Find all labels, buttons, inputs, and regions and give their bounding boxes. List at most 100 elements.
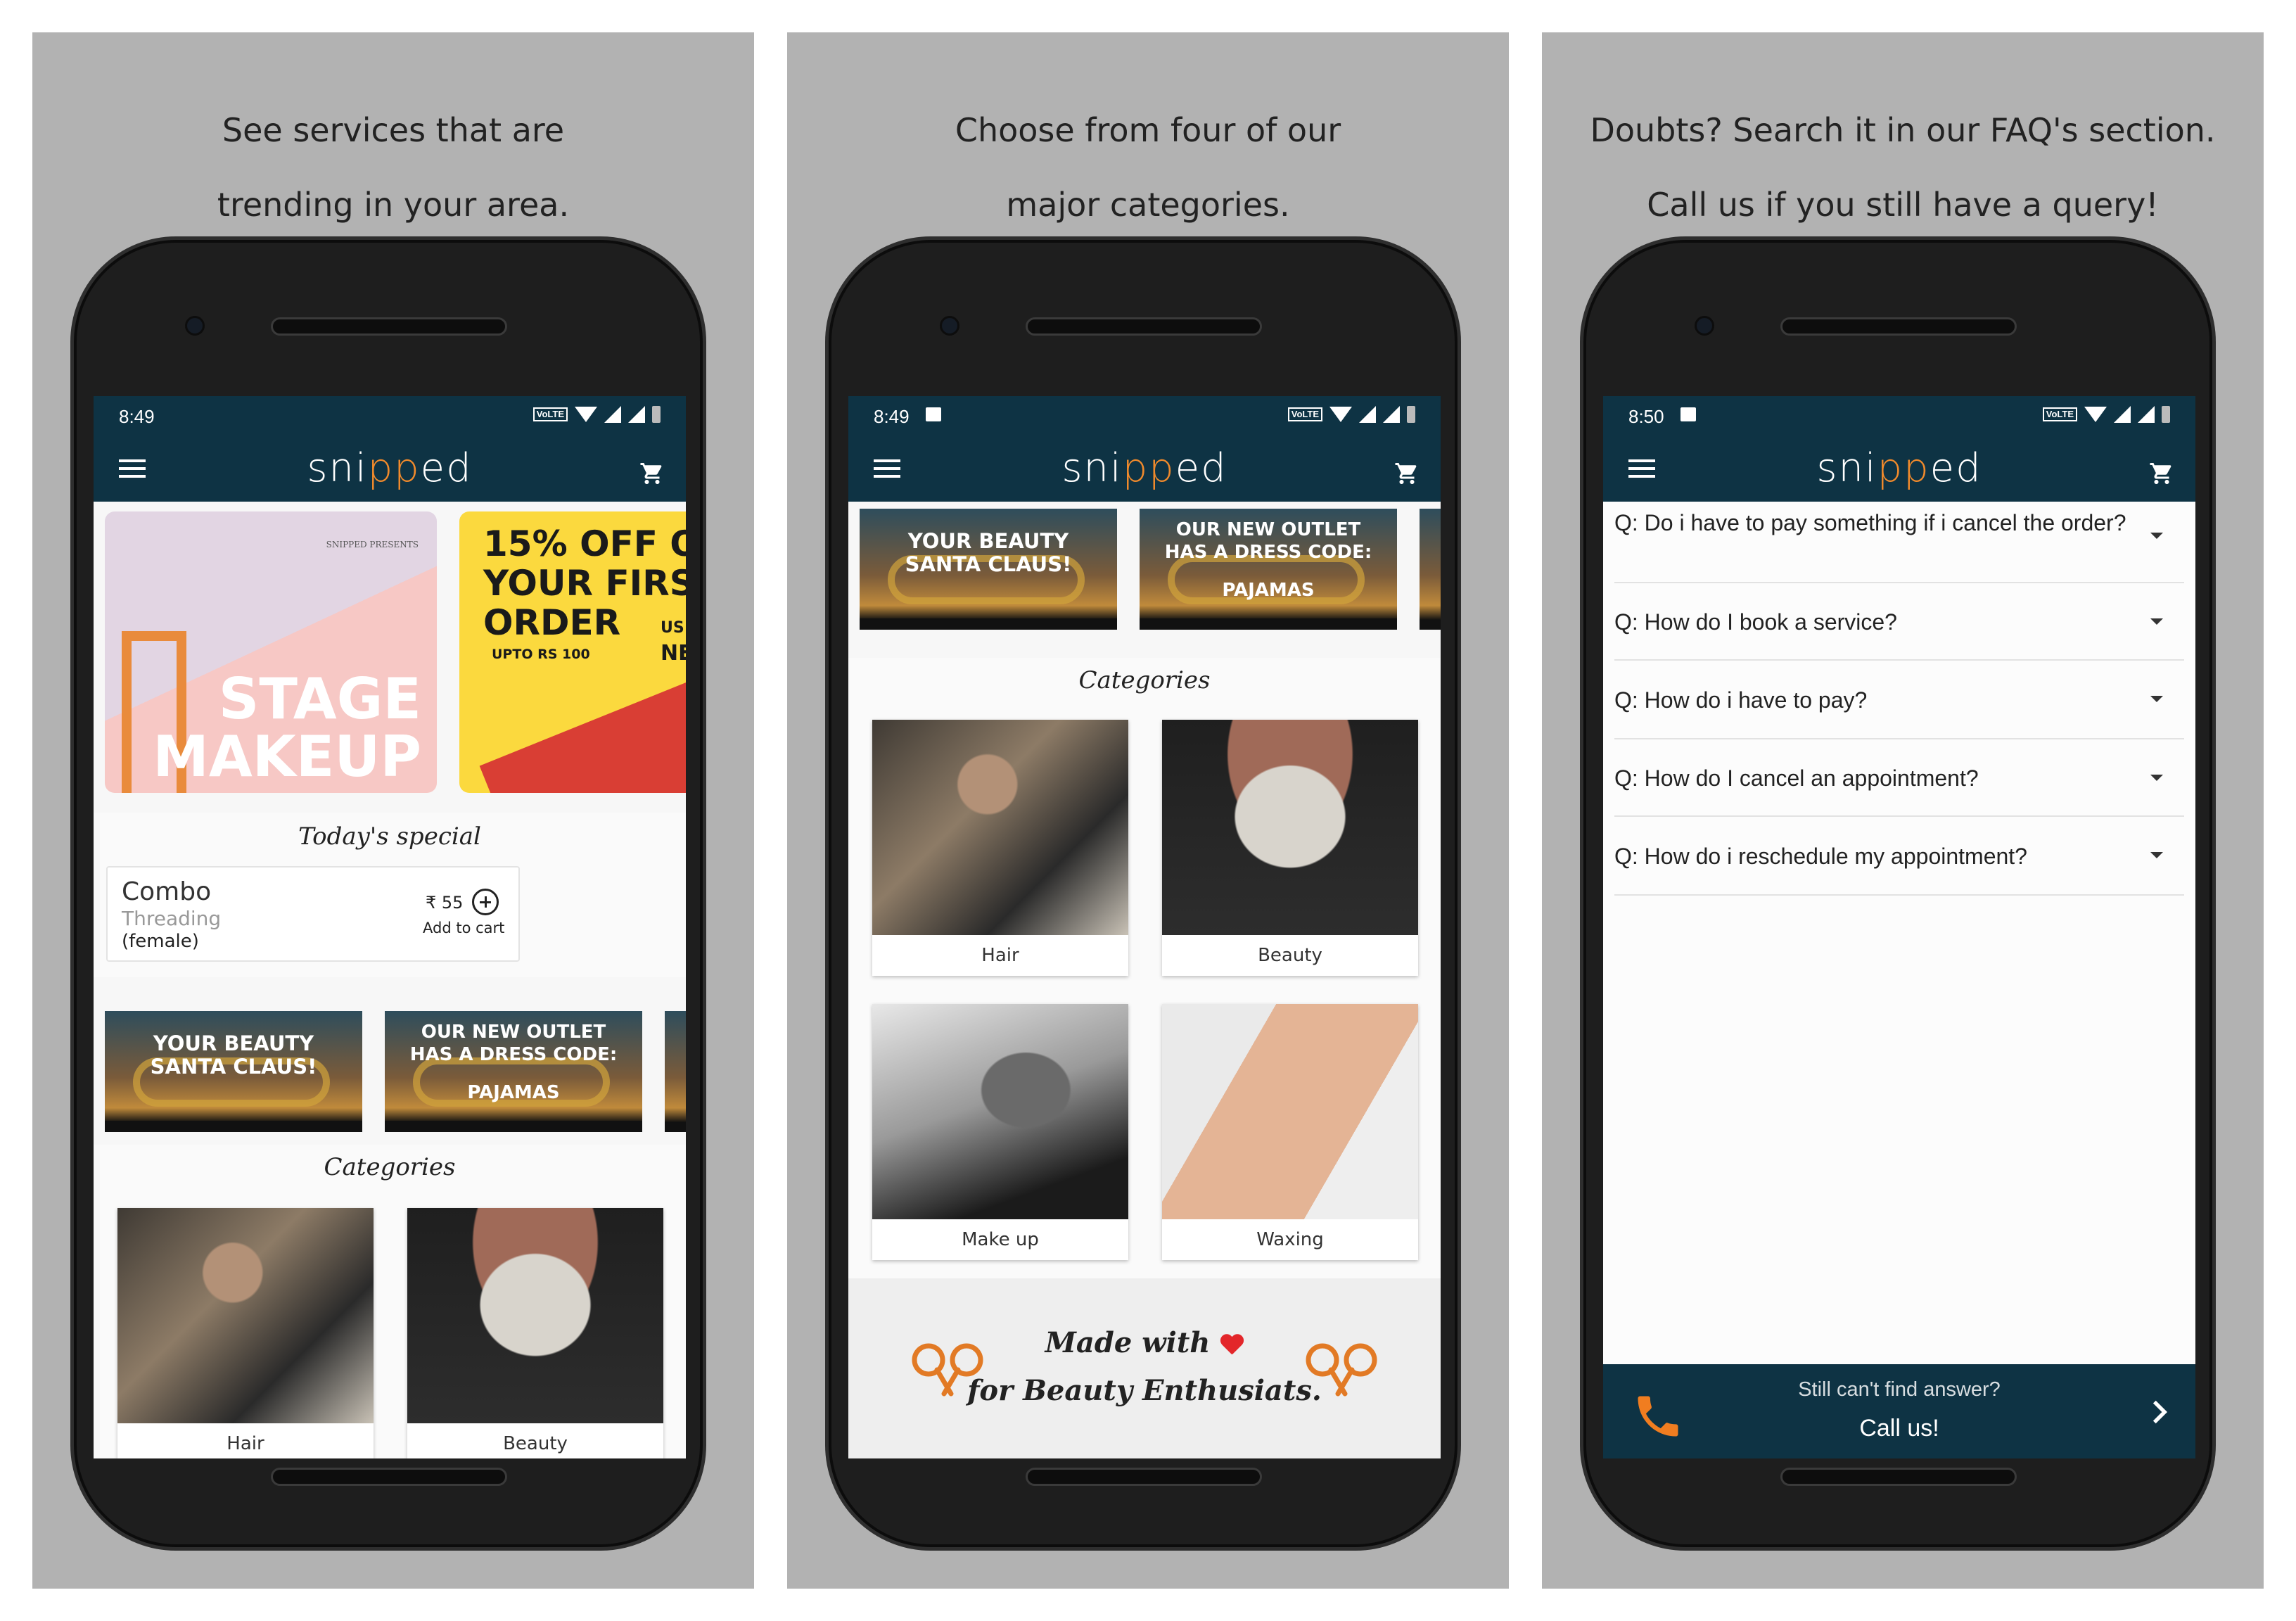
banner-pajamas-code: PAJAMAS xyxy=(467,1082,560,1103)
promo-carousel[interactable]: SNIPPED PRESENTS STAGEMAKEUP 15% OFF ONY… xyxy=(105,511,686,793)
category-waxing[interactable]: Waxing xyxy=(1162,1004,1418,1260)
wifi-icon xyxy=(1329,407,1352,422)
screen-home: 8:49 VoLTE snipped SNIPPED PRESENTS STAG… xyxy=(94,396,686,1458)
cart-icon[interactable] xyxy=(1393,461,1421,486)
app-bar: snipped xyxy=(94,436,686,502)
promo-stage-makeup[interactable]: SNIPPED PRESENTS STAGE MAKEUP xyxy=(105,511,437,793)
signal-icon xyxy=(2114,406,2131,423)
categories-content: YOUR BEAUTY SANTA CLAUS! OUR NEW OUTLET HA… xyxy=(848,502,1441,1458)
volte-icon: VoLTE xyxy=(532,407,568,421)
status-bar: 8:50 VoLTE xyxy=(1603,396,2195,436)
phone-frame: 8:49 VoLTE snipped SNIPPED PRESENTS STAG… xyxy=(70,236,706,1551)
app-logo: snipped xyxy=(1061,445,1227,491)
faq-item[interactable]: Q: How do i reschedule my appointment? xyxy=(1614,817,2184,896)
todays-special-section: Today's special Combo Threading (female)… xyxy=(94,813,686,977)
caption-line-1: See services that are xyxy=(222,111,565,149)
beauty-photo xyxy=(407,1208,663,1423)
beauty-photo xyxy=(1162,720,1418,935)
call-question: Still can't find answer? xyxy=(1798,1378,2001,1401)
special-price: ₹ 55 xyxy=(426,893,464,913)
earpiece-speaker xyxy=(1026,317,1262,336)
earpiece-speaker xyxy=(271,317,507,336)
category-hair[interactable]: Hair xyxy=(117,1208,374,1458)
category-label: Hair xyxy=(981,945,1019,966)
special-gender: (female) xyxy=(122,931,199,952)
dropdown-caret-icon[interactable] xyxy=(2150,775,2163,781)
banner-santa-text: YOUR BEAUTY SANTA CLAUS! xyxy=(150,1031,317,1079)
earpiece-speaker xyxy=(1780,317,2017,336)
banner-peek[interactable] xyxy=(665,1011,686,1132)
promo-first-order[interactable]: 15% OFF ONYOUR FIRSTORDER UPTO RS 100 US… xyxy=(459,511,686,793)
faq-item[interactable]: Q: How do I cancel an appointment? xyxy=(1614,739,2184,817)
promo-title: STAGE MAKEUP xyxy=(153,666,421,789)
category-hair[interactable]: Hair xyxy=(872,720,1128,976)
special-service: Threading xyxy=(122,907,222,930)
signal-icon xyxy=(604,406,621,423)
caption-line-1: Doubts? Search it in our FAQ's section. xyxy=(1590,111,2216,149)
banner-santa[interactable]: YOUR BEAUTY SANTA CLAUS! xyxy=(105,1011,362,1132)
wifi-icon xyxy=(2084,407,2107,422)
signal-icon xyxy=(2138,406,2155,423)
faq-question: Q: How do I book a service? xyxy=(1614,609,1897,635)
category-beauty[interactable]: Beauty xyxy=(407,1208,663,1458)
call-us-bar[interactable]: Still can't find answer? Call us! xyxy=(1603,1364,2195,1458)
special-item-card[interactable]: Combo Threading (female) ₹ 55 Add to car… xyxy=(106,866,520,962)
panel-faq: Doubts? Search it in our FAQ's section. … xyxy=(1542,32,2264,1589)
dropdown-caret-icon[interactable] xyxy=(2150,852,2163,858)
banner-pajamas-text: OUR NEW OUTLET HAS A DRESS CODE: xyxy=(1164,519,1372,563)
front-camera xyxy=(1695,316,1714,336)
faq-question: Q: Do i have to pay something if i cance… xyxy=(1614,510,2126,535)
categories-title: Categories xyxy=(1078,666,1211,694)
faq-question: Q: How do i reschedule my appointment? xyxy=(1614,844,2027,869)
app-logo: snipped xyxy=(1816,445,1982,491)
cart-icon[interactable] xyxy=(2148,461,2176,486)
dropdown-caret-icon[interactable] xyxy=(2150,696,2163,702)
status-time: 8:50 xyxy=(1628,406,1664,427)
hair-photo xyxy=(117,1208,374,1423)
category-label: Make up xyxy=(962,1229,1039,1250)
caption-line-2: Call us if you still have a query! xyxy=(1647,186,2159,224)
screen-categories: 8:49 VoLTE snipped YOUR BEAUTY SANTA CLA… xyxy=(848,396,1441,1458)
cart-icon[interactable] xyxy=(638,461,666,486)
caption-line-2: trending in your area. xyxy=(217,186,570,224)
promo-side-text: US NE xyxy=(661,619,686,666)
panel-categories: Choose from four of our major categories… xyxy=(787,32,1509,1589)
banner-pajamas-code: PAJAMAS xyxy=(1222,580,1315,601)
chevron-right-icon[interactable] xyxy=(2152,1399,2167,1425)
banner-pajamas[interactable]: OUR NEW OUTLET HAS A DRESS CODE: PAJAMAS xyxy=(1140,509,1397,630)
faq-list: Q: Do i have to pay something if i cance… xyxy=(1614,502,2184,896)
category-makeup[interactable]: Make up xyxy=(872,1004,1128,1260)
banner-pajamas[interactable]: OUR NEW OUTLET HAS A DRESS CODE: PAJAMAS xyxy=(385,1011,642,1132)
signal-icon xyxy=(628,406,645,423)
faq-item[interactable]: Q: Do i have to pay something if i cance… xyxy=(1614,502,2184,583)
category-beauty[interactable]: Beauty xyxy=(1162,720,1418,976)
category-label: Waxing xyxy=(1256,1229,1324,1250)
categories-section: Categories Hair Beauty xyxy=(94,1145,686,1458)
add-to-cart-label[interactable]: Add to cart xyxy=(423,920,504,936)
category-grid: Hair Beauty Make up Waxing xyxy=(872,720,1418,1260)
banner-peek[interactable] xyxy=(1420,509,1441,630)
special-name: Combo xyxy=(122,877,212,906)
hair-photo xyxy=(872,720,1128,935)
status-time: 8:49 xyxy=(119,406,155,427)
battery-icon xyxy=(652,406,661,423)
dropdown-caret-icon[interactable] xyxy=(2150,618,2163,625)
faq-item[interactable]: Q: How do I book a service? xyxy=(1614,583,2184,661)
call-us-label[interactable]: Call us! xyxy=(1603,1415,2195,1442)
screen-faq: 8:50 VoLTE snipped Q: Do i have to pay s… xyxy=(1603,396,2195,1458)
add-circle-icon[interactable] xyxy=(472,889,499,915)
bottom-speaker xyxy=(271,1468,507,1486)
faq-question: Q: How do I cancel an appointment? xyxy=(1614,765,1979,791)
faq-item[interactable]: Q: How do i have to pay? xyxy=(1614,661,2184,739)
image-notification-icon xyxy=(926,407,941,421)
bottom-speaker xyxy=(1026,1468,1262,1486)
banner-santa[interactable]: YOUR BEAUTY SANTA CLAUS! xyxy=(860,509,1117,630)
promo-offer-text: 15% OFF ONYOUR FIRSTORDER xyxy=(483,523,686,643)
volte-icon: VoLTE xyxy=(2042,407,2077,421)
dropdown-caret-icon[interactable] xyxy=(2150,533,2163,539)
signal-icon xyxy=(1359,406,1376,423)
signal-icon xyxy=(1383,406,1400,423)
category-label: Hair xyxy=(227,1433,264,1454)
makeup-photo xyxy=(872,1004,1128,1219)
banner-pajamas-text: OUR NEW OUTLET HAS A DRESS CODE: xyxy=(409,1022,618,1065)
